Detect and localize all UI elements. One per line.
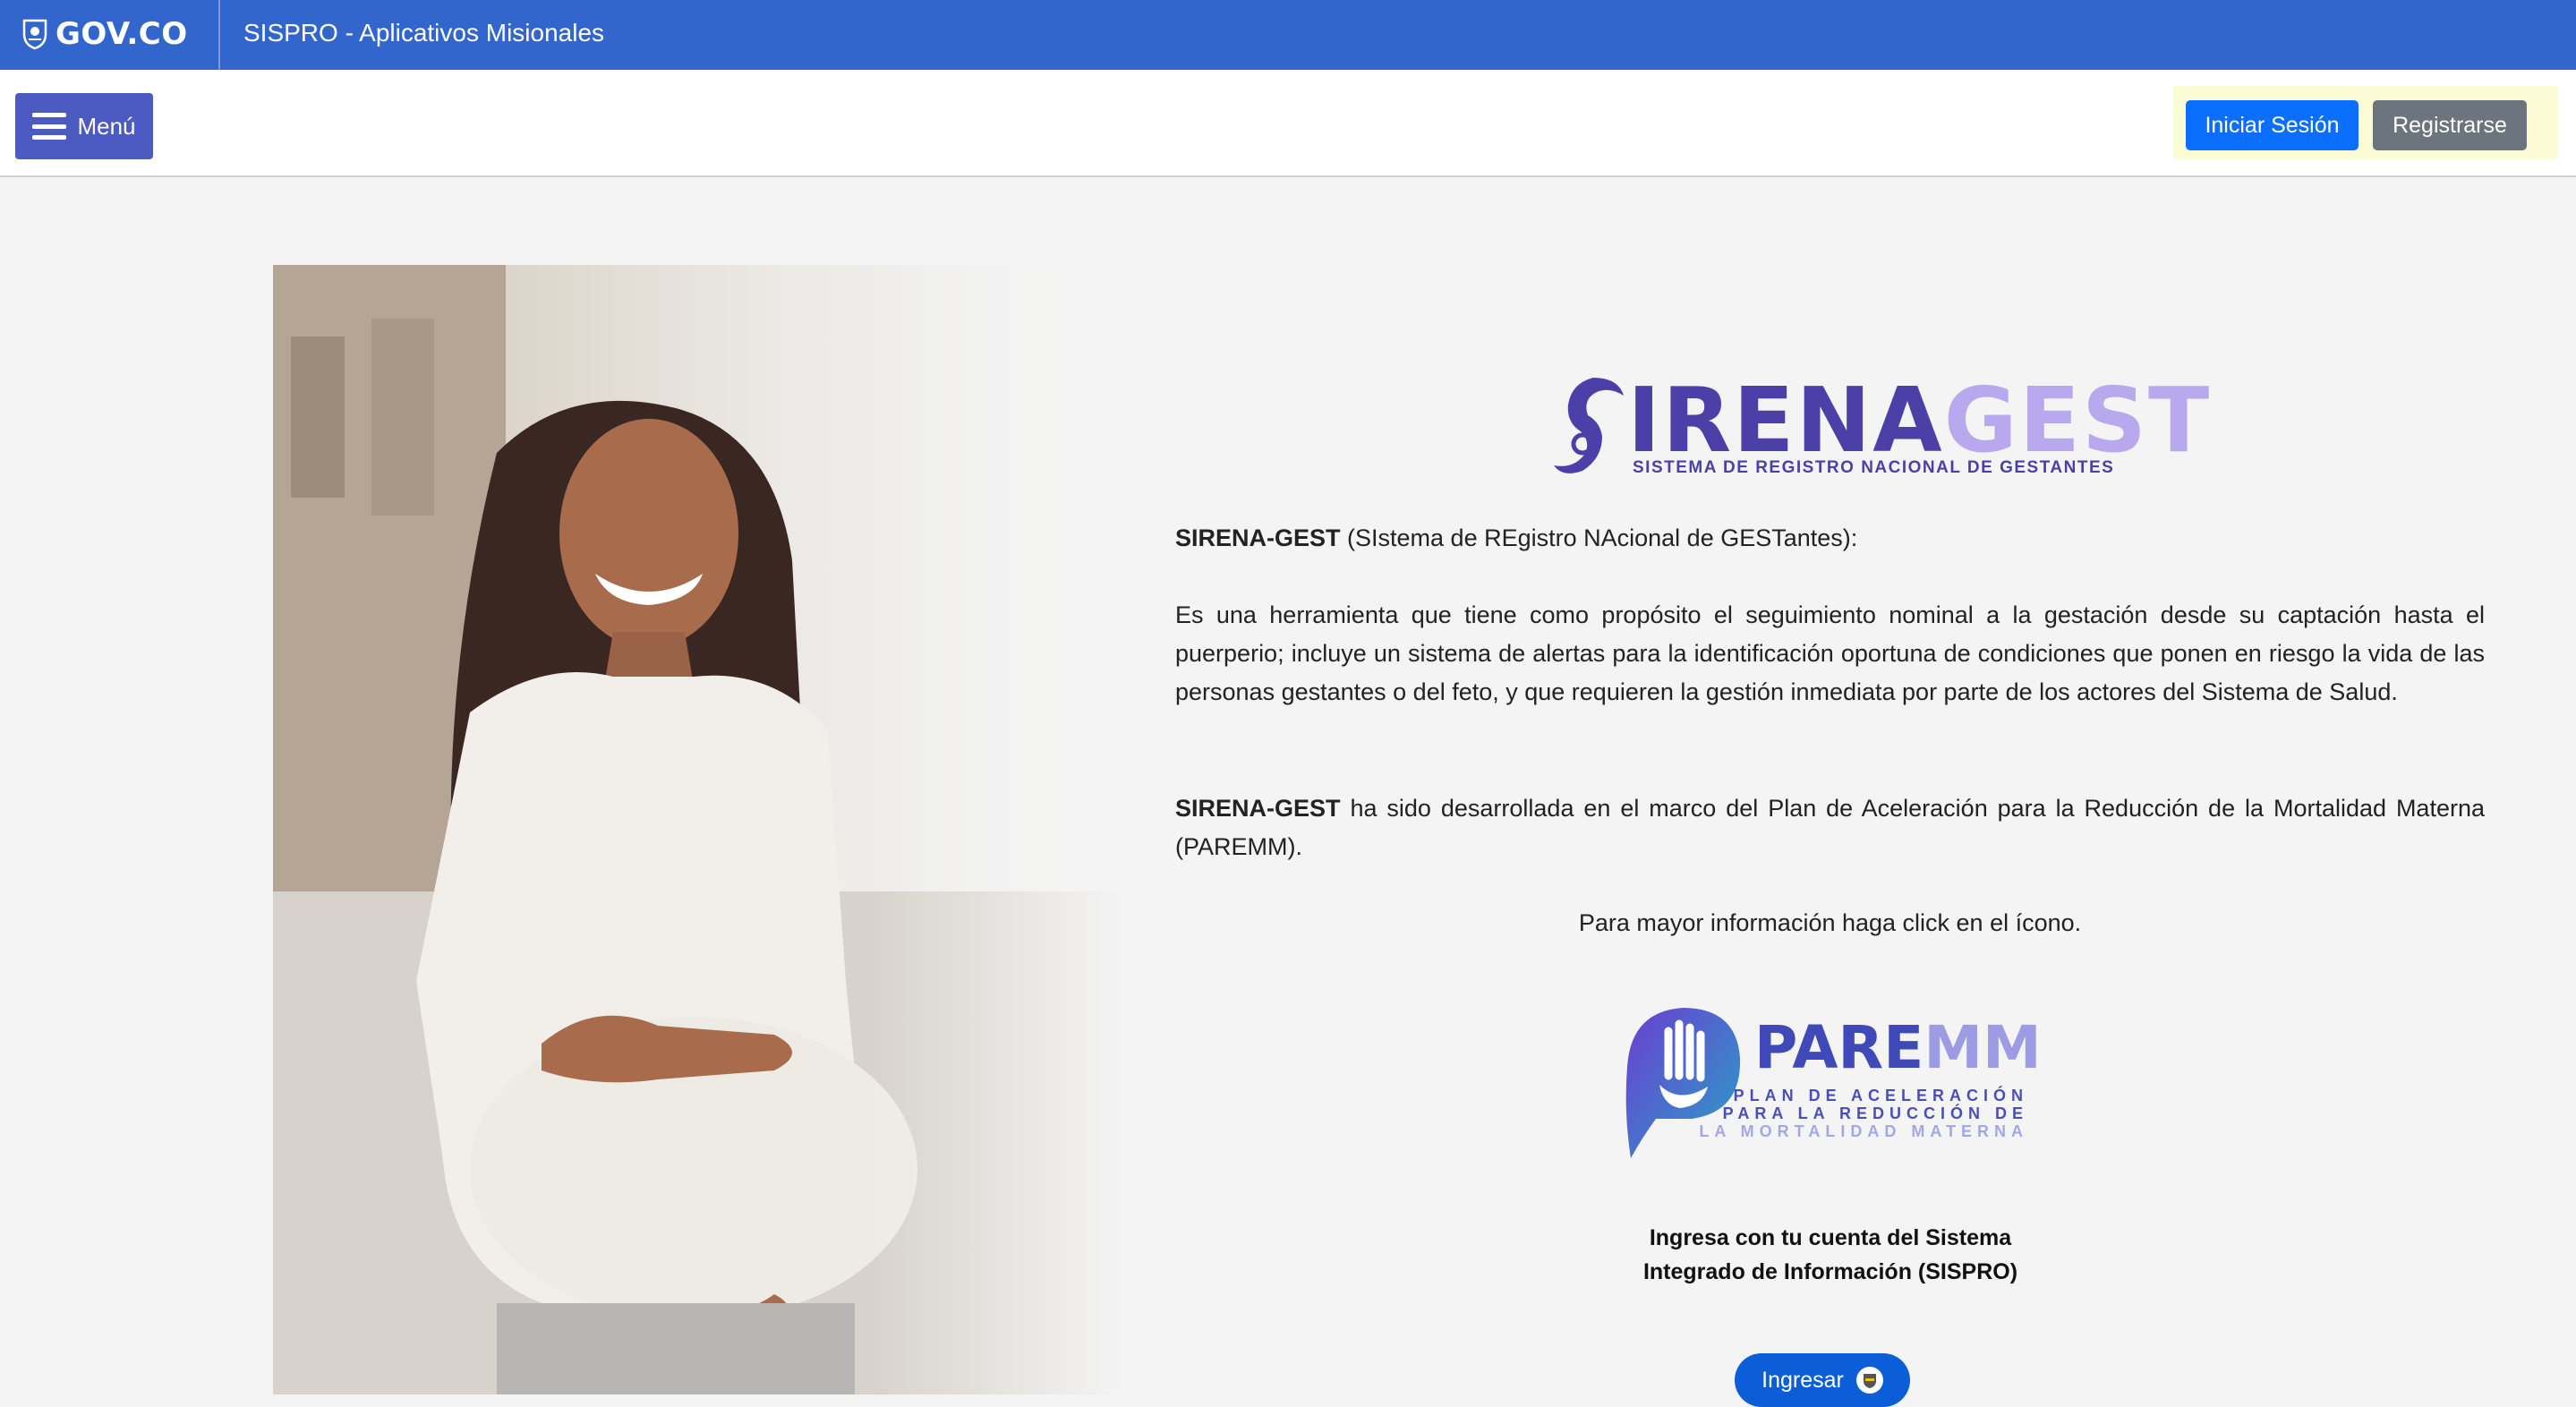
register-button[interactable]: Registrarse — [2373, 100, 2527, 150]
hamburger-icon — [32, 113, 67, 140]
app-title: SISPRO - Aplicativos Misionales — [243, 19, 605, 47]
login-button[interactable]: Iniciar Sesión — [2186, 100, 2358, 150]
colombia-shield-icon — [22, 19, 47, 50]
gov-bar-divider — [218, 0, 220, 70]
main-navbar: Menú Iniciar Sesión Registrarse — [0, 70, 2576, 177]
auth-buttons-box: Iniciar Sesión Registrarse — [2173, 86, 2558, 159]
framework-term: SIRENA-GEST — [1175, 795, 1341, 822]
menu-button[interactable]: Menú — [15, 93, 153, 159]
sirena-gest-logo: IRENAGEST SISTEMA DE REGISTRO NACIONAL D… — [1547, 369, 2209, 485]
wordmark-part-1: IRENA — [1627, 368, 1944, 473]
sispro-login-note: Ingresa con tu cuenta del Sistema Integr… — [1522, 1221, 2139, 1289]
framework-paragraph: SIRENA-GEST ha sido desarrollada en el m… — [1175, 789, 2485, 866]
paremm-logo-link[interactable]: PAREMM PLAN DE ACELERACIÓN PARA LA REDUC… — [1620, 1002, 2050, 1164]
intro-expansion: (SIstema de REgistro NAcional de GESTant… — [1340, 524, 1858, 551]
wordmark-part-2: GEST — [1943, 368, 2212, 473]
sirena-gest-subtitle: SISTEMA DE REGISTRO NACIONAL DE GESTANTE… — [1633, 458, 2115, 477]
gov-co-logo[interactable]: GOV.CO — [21, 16, 188, 52]
framework-text: ha sido desarrollada en el marco del Pla… — [1175, 795, 2485, 860]
sirena-gest-wordmark: IRENAGEST — [1627, 376, 2211, 465]
mother-silhouette-icon — [1554, 378, 1624, 473]
more-info-text: Para mayor información haga click en el … — [1578, 909, 2082, 936]
hero-photo — [273, 265, 1123, 1394]
ingresar-label: Ingresar — [1761, 1367, 1844, 1393]
paremm-subtitle: PLAN DE ACELERACIÓN PARA LA REDUCCIÓN DE… — [1699, 1087, 2028, 1140]
paremm-subtitle-line-1: PLAN DE ACELERACIÓN — [1733, 1087, 2028, 1104]
paremm-subtitle-line-3: LA MORTALIDAD MATERNA — [1699, 1122, 2028, 1140]
intro-term: SIRENA-GEST — [1175, 524, 1341, 551]
description-paragraph: Es una herramienta que tiene como propós… — [1175, 601, 2485, 705]
gov-co-text: GOV.CO — [55, 16, 188, 52]
login-note-line-1: Ingresa con tu cuenta del Sistema — [1649, 1225, 2012, 1250]
paremm-title: PAREMM — [1754, 1019, 2042, 1078]
ingresar-button[interactable]: Ingresar — [1735, 1353, 1910, 1407]
login-note-line-2: Integrado de Información (SISPRO) — [1642, 1259, 2018, 1284]
paremm-title-part-2: MM — [1923, 1013, 2042, 1082]
gov-top-bar: GOV.CO SISPRO - Aplicativos Misionales — [0, 0, 2576, 70]
paremm-title-part-1: PARE — [1754, 1013, 1924, 1082]
colombia-crest-icon — [1855, 1367, 1883, 1394]
intro-paragraph: SIRENA-GEST (SIstema de REgistro NAciona… — [1175, 519, 2485, 558]
paremm-subtitle-line-2: PARA LA REDUCCIÓN DE — [1722, 1104, 2028, 1122]
menu-label: Menú — [77, 112, 136, 140]
